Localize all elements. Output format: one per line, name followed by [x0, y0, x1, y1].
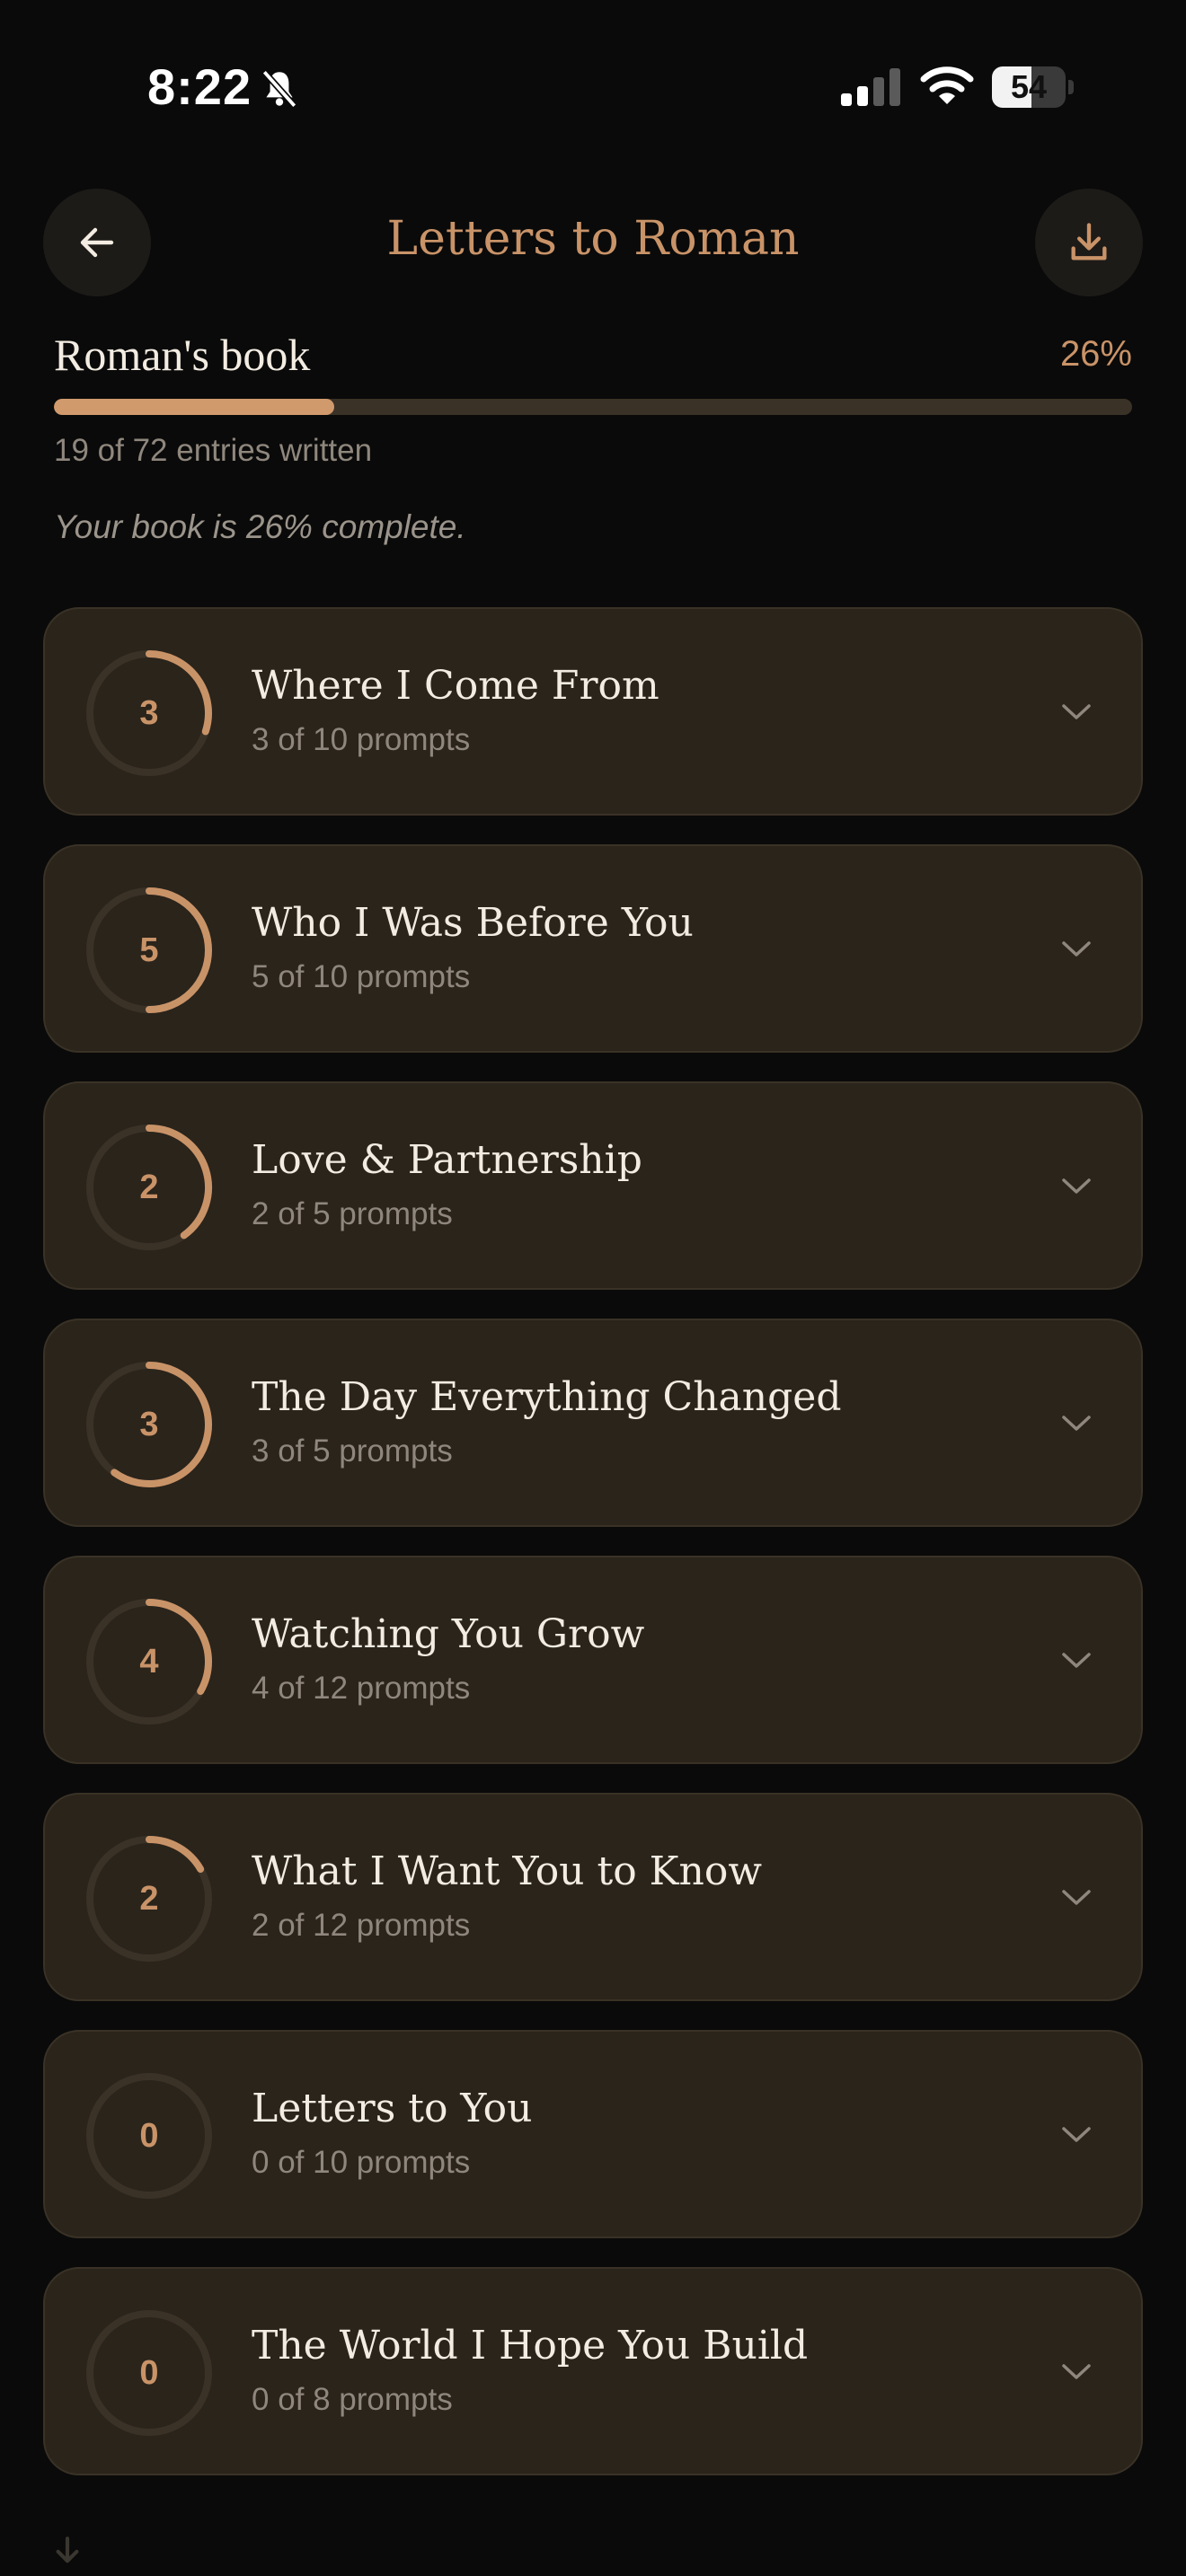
chevron-down-icon — [1062, 1653, 1091, 1668]
section-card[interactable]: 0 The World I Hope You Build 0 of 8 prom… — [43, 2267, 1143, 2475]
section-count: 3 — [139, 694, 159, 732]
section-subtitle: 3 of 5 prompts — [252, 1434, 453, 1469]
entries-count: 19 of 72 entries written — [54, 433, 373, 468]
download-icon[interactable] — [45, 2533, 90, 2576]
book-progress-bar — [54, 399, 1132, 415]
page-title: Letters to Roman — [386, 212, 800, 266]
bell-slash-icon — [261, 69, 297, 109]
section-count: 4 — [139, 1643, 159, 1681]
app-screen: 8:22 54 Letters to Roman Roman's book 26… — [0, 0, 1186, 2576]
section-title: The Day Everything Changed — [252, 1374, 842, 1420]
section-card[interactable]: 2 Love & Partnership 2 of 5 prompts — [43, 1081, 1143, 1290]
section-title: What I Want You to Know — [252, 1848, 763, 1894]
battery-level: 54 — [1010, 68, 1048, 105]
download-button[interactable] — [1035, 189, 1143, 296]
status-time: 8:22 — [147, 58, 252, 115]
section-count: 3 — [139, 1406, 159, 1443]
section-title: The World I Hope You Build — [252, 2323, 809, 2369]
section-subtitle: 0 of 8 prompts — [252, 2382, 453, 2417]
chevron-down-icon — [1062, 1178, 1091, 1194]
chevron-down-icon — [1062, 1416, 1091, 1431]
book-name: Roman's book — [54, 330, 311, 380]
book-percent: 26% — [1059, 334, 1132, 374]
section-card[interactable]: 5 Who I Was Before You 5 of 10 prompts — [43, 844, 1143, 1053]
cellular-signal-icon — [841, 68, 900, 106]
section-count: 0 — [139, 2117, 159, 2155]
section-title: Letters to You — [252, 2086, 533, 2131]
section-title: Who I Was Before You — [252, 900, 694, 946]
section-count: 5 — [139, 931, 159, 969]
section-title: Watching You Grow — [252, 1611, 645, 1657]
section-subtitle: 2 of 5 prompts — [252, 1196, 453, 1231]
chevron-down-icon — [1062, 2127, 1091, 2142]
section-card[interactable]: 3 Where I Come From 3 of 10 prompts — [43, 607, 1143, 816]
section-card[interactable]: 2 What I Want You to Know 2 of 12 prompt… — [43, 1793, 1143, 2001]
chevron-down-icon — [1062, 941, 1091, 957]
section-count: 2 — [139, 1880, 159, 1918]
status-bar: 8:22 54 — [0, 0, 1186, 171]
chevron-down-icon — [1062, 704, 1091, 719]
section-card[interactable]: 3 The Day Everything Changed 3 of 5 prom… — [43, 1319, 1143, 1527]
wifi-icon — [920, 66, 974, 104]
section-subtitle: 3 of 10 prompts — [252, 722, 471, 757]
section-count: 2 — [139, 1169, 159, 1206]
section-subtitle: 4 of 12 prompts — [252, 1671, 471, 1706]
battery-icon: 54 — [992, 66, 1074, 108]
download-icon — [1071, 223, 1107, 260]
section-subtitle: 0 of 10 prompts — [252, 2145, 471, 2180]
section-count: 0 — [139, 2354, 159, 2392]
section-subtitle: 2 of 12 prompts — [252, 1908, 471, 1943]
section-title: Where I Come From — [252, 663, 659, 709]
section-subtitle: 5 of 10 prompts — [252, 959, 471, 994]
completion-message: Your book is 26% complete. — [54, 508, 466, 545]
chevron-down-icon — [1062, 2364, 1091, 2379]
section-title: Love & Partnership — [252, 1137, 642, 1183]
section-card[interactable]: 4 Watching You Grow 4 of 12 prompts — [43, 1556, 1143, 1764]
chevron-down-icon — [1062, 1890, 1091, 1905]
book-progress-fill — [54, 399, 334, 415]
section-card[interactable]: 0 Letters to You 0 of 10 prompts — [43, 2030, 1143, 2238]
